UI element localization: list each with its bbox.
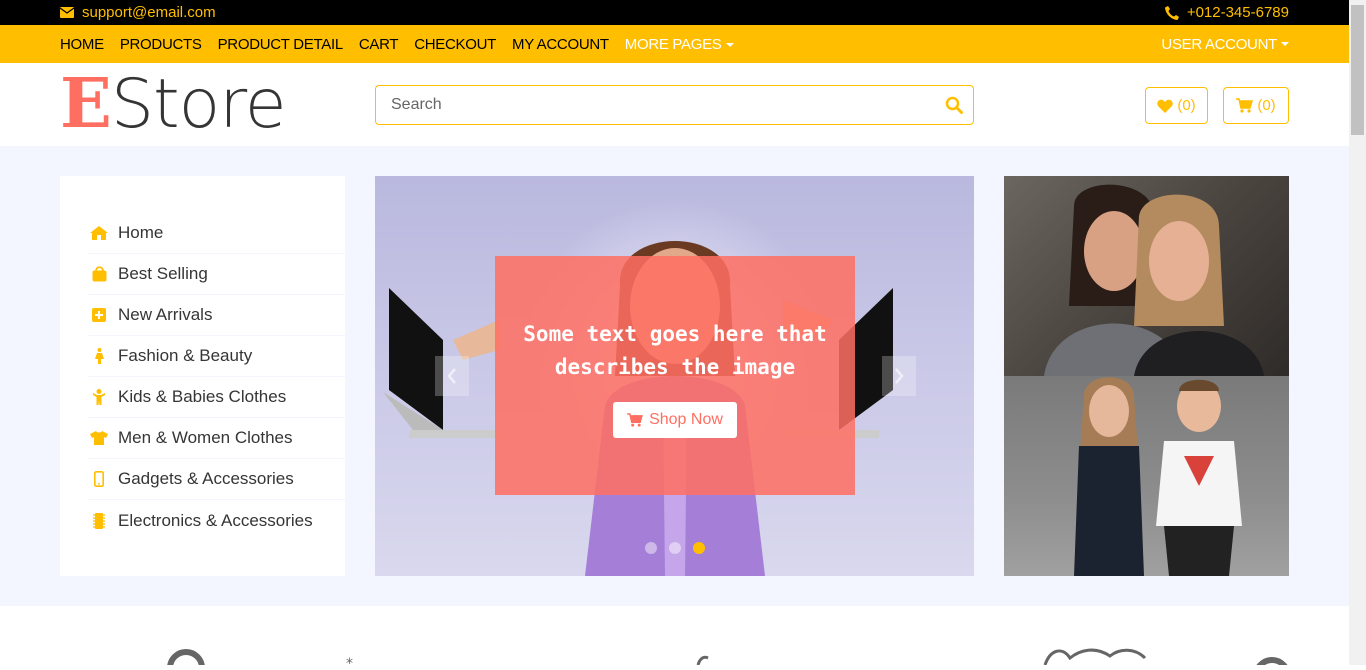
logo-initial: E — [60, 64, 112, 144]
svg-text:*: * — [346, 656, 353, 665]
shop-now-button[interactable]: Shop Now — [613, 402, 737, 438]
slide-caption: Some text goes here that describes the i… — [495, 256, 855, 495]
cart-icon — [627, 413, 644, 427]
search-icon[interactable] — [945, 96, 963, 114]
brand-logos-strip: * — [0, 606, 1349, 670]
search-input[interactable] — [376, 86, 916, 124]
mobile-icon — [88, 471, 110, 487]
promo-image-kids[interactable] — [1004, 376, 1289, 576]
sidebar-item-fashion-beauty[interactable]: Fashion & Beauty — [88, 336, 345, 377]
sidebar-item-gadgets[interactable]: Gadgets & Accessories — [88, 459, 345, 500]
logo[interactable]: EStore — [60, 63, 287, 146]
shop-now-label: Shop Now — [649, 411, 723, 428]
sidebar-item-label: Best Selling — [118, 264, 208, 283]
wishlist-count: (0) — [1177, 97, 1196, 114]
nav-link-checkout[interactable]: CHECKOUT — [414, 36, 496, 53]
cart-icon — [1236, 98, 1254, 113]
email-contact[interactable]: support@email.com — [60, 4, 216, 21]
sidebar-item-label: Men & Women Clothes — [118, 428, 293, 447]
chevron-right-icon — [895, 368, 904, 384]
sidebar-item-kids-babies[interactable]: Kids & Babies Clothes — [88, 377, 345, 418]
logo-text: Store — [110, 65, 287, 144]
nav-link-home[interactable]: HOME — [60, 36, 104, 53]
sidebar-item-label: Gadgets & Accessories — [118, 469, 294, 488]
wishlist-button[interactable]: (0) — [1145, 87, 1208, 124]
sidebar-item-home[interactable]: Home — [88, 213, 345, 254]
caret-down-icon — [725, 42, 734, 47]
hero-section: Home Best Selling New Arrivals Fashion &… — [0, 146, 1349, 606]
category-sidebar: Home Best Selling New Arrivals Fashion &… — [60, 176, 345, 576]
user-account-label: USER ACCOUNT — [1161, 35, 1277, 53]
carousel-prev-button[interactable] — [435, 356, 469, 396]
email-text: support@email.com — [82, 4, 216, 21]
search-box — [375, 85, 974, 125]
heart-icon — [1157, 99, 1173, 113]
caret-down-icon — [1281, 42, 1289, 46]
hero-carousel[interactable]: Some text goes here that describes the i… — [375, 176, 974, 576]
cart-button[interactable]: (0) — [1223, 87, 1289, 124]
microchip-icon — [88, 512, 110, 529]
nav-link-products[interactable]: PRODUCTS — [120, 36, 202, 53]
carousel-dots — [375, 542, 974, 554]
phone-contact[interactable]: +012-345-6789 — [1164, 4, 1289, 21]
nav-link-my-account[interactable]: MY ACCOUNT — [512, 36, 609, 53]
sidebar-item-label: Electronics & Accessories — [118, 510, 313, 530]
main-nav: HOME PRODUCTS PRODUCT DETAIL CART CHECKO… — [0, 25, 1349, 63]
kids-photo — [1074, 377, 1242, 576]
carousel-next-button[interactable] — [882, 356, 916, 396]
plus-square-icon — [88, 308, 110, 322]
sidebar-item-label: New Arrivals — [118, 305, 213, 324]
sidebar-item-electronics[interactable]: Electronics & Accessories — [88, 500, 345, 541]
envelope-icon — [60, 7, 74, 18]
home-icon — [88, 226, 110, 240]
carousel-dot[interactable] — [668, 542, 681, 554]
sidebar-item-label: Kids & Babies Clothes — [118, 387, 287, 406]
brand-logos: * — [167, 648, 1291, 670]
phone-icon — [1164, 5, 1179, 20]
promo-image-women[interactable] — [1004, 176, 1289, 376]
sidebar-item-men-women[interactable]: Men & Women Clothes — [88, 418, 345, 459]
tshirt-icon — [88, 431, 110, 445]
top-bar: support@email.com +012-345-6789 — [0, 0, 1349, 25]
slide-caption-text: Some text goes here that describes the i… — [523, 322, 827, 379]
sidebar-item-label: Fashion & Beauty — [118, 346, 253, 365]
more-pages-label: MORE PAGES — [624, 35, 722, 53]
user-account-dropdown[interactable]: USER ACCOUNT — [1161, 25, 1289, 63]
female-icon — [88, 348, 110, 364]
sidebar-item-label: Home — [118, 223, 164, 242]
child-icon — [88, 389, 110, 405]
nav-links: HOME PRODUCTS PRODUCT DETAIL CART CHECKO… — [60, 25, 750, 63]
phone-text: +012-345-6789 — [1186, 4, 1289, 21]
shopping-bag-icon — [88, 266, 110, 282]
sidebar-item-new-arrivals[interactable]: New Arrivals — [88, 295, 345, 336]
carousel-dot[interactable] — [644, 542, 657, 554]
chevron-left-icon — [447, 368, 456, 384]
more-pages-dropdown[interactable]: MORE PAGES — [625, 36, 734, 53]
cart-count: (0) — [1257, 97, 1276, 114]
sidebar-item-best-selling[interactable]: Best Selling — [88, 254, 345, 295]
scrollbar-thumb[interactable] — [1351, 5, 1364, 135]
nav-link-product-detail[interactable]: PRODUCT DETAIL — [218, 36, 344, 53]
page-scrollbar[interactable] — [1349, 0, 1366, 665]
site-header: EStore (0) (0) — [0, 63, 1349, 146]
nav-link-cart[interactable]: CART — [359, 36, 399, 53]
carousel-dot-active[interactable] — [692, 542, 705, 554]
women-photo — [1044, 184, 1264, 376]
